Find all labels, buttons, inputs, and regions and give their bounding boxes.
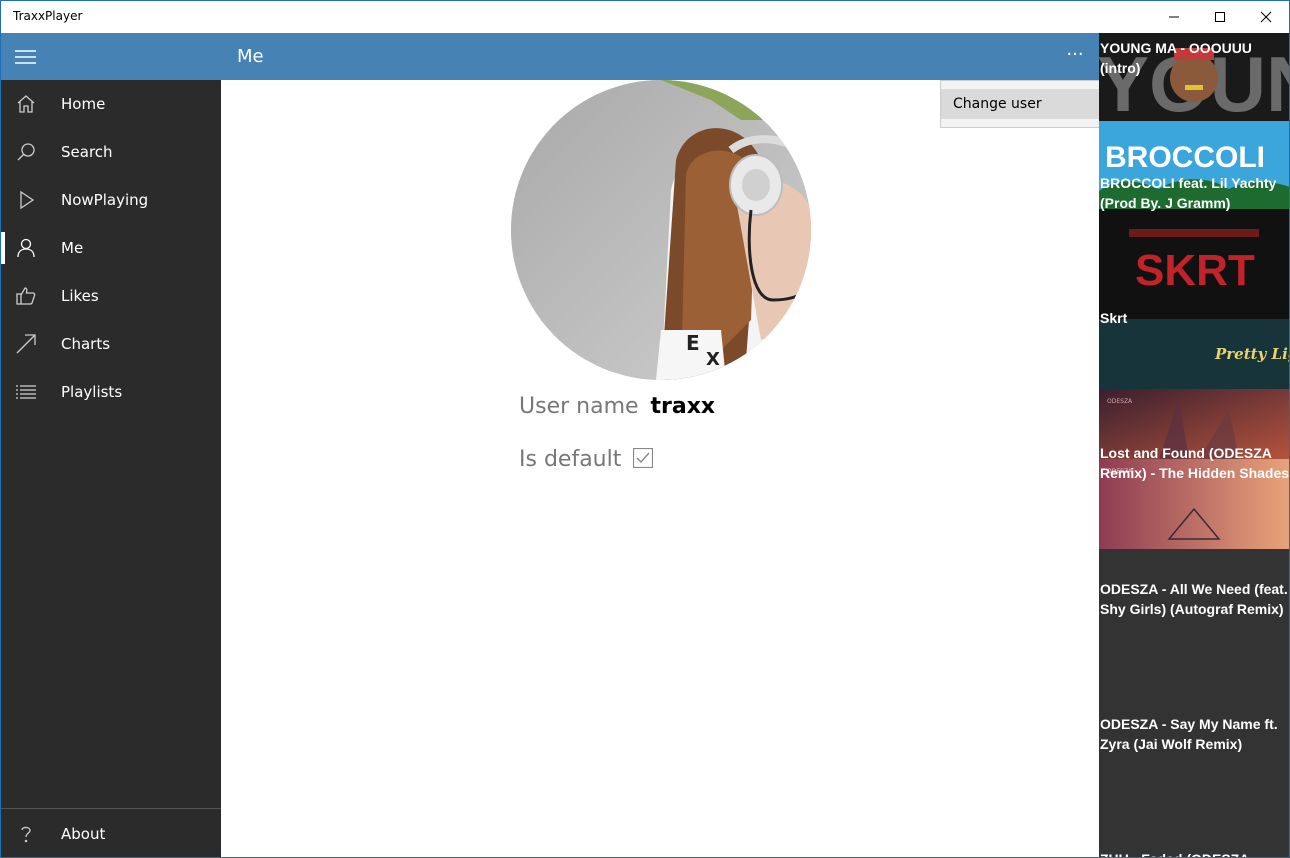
home-icon [1,80,51,128]
minimize-button[interactable] [1151,1,1197,33]
sidebar-item-search[interactable]: Search [1,128,221,176]
album-art-text: ODESZA [1107,398,1133,405]
avatar: E X [511,80,811,380]
sidebar-item-about[interactable]: About [1,810,221,857]
checkmark-icon [633,447,654,469]
track-title: BROCCOLI feat. Lil Yachty (Prod By. J Gr… [1100,175,1277,211]
more-options-button[interactable]: ··· [1061,41,1089,69]
main-content: E X User name traxx Is default [221,80,1099,857]
album-art-text: Pretty Lights [1214,345,1290,363]
page-title: Me [237,46,264,67]
svg-text:X: X [706,349,720,370]
sidebar-item-label: Home [61,95,106,113]
sidebar-item-label: Likes [61,287,99,305]
sidebar-item-playlists[interactable]: Playlists [1,368,221,416]
is-default-row: Is default [519,446,654,472]
track-list[interactable]: YOUNG MA - OOOUUU (intro) YOUNG MA BROCC… [1099,33,1290,857]
track-title: Skrt [1100,310,1128,326]
user-name-label: User name [519,394,639,419]
help-icon [1,810,51,857]
track-title: YOUNG MA - OOOUUU (intro) [1100,40,1252,76]
sidebar-divider [1,808,221,809]
track-title: ZHU - Faded (ODESZA [1099,849,1289,857]
title-bar: TraxxPlayer [1,1,1289,33]
thumbs-up-icon [1,272,51,320]
svg-text:E: E [686,331,700,355]
list-icon [1,368,51,416]
list-item[interactable]: ODESZA - All We Need (feat. Shy Girls) (… [1099,579,1289,619]
sidebar-item-label: Charts [61,335,111,353]
sidebar-item-label: Search [61,143,113,161]
sidebar: Home Search NowPlaying Me Likes Charts P… [1,80,221,857]
play-icon [1,176,51,224]
trend-arrow-icon [1,320,51,368]
track-title: Lost and Found (ODESZA Remix) - The Hidd… [1100,445,1290,481]
list-item[interactable]: YOUNG MA - OOOUUU (intro) [1099,38,1289,78]
track-title: ODESZA - All We Need (feat. Shy Girls) (… [1100,581,1288,617]
album-art: Pretty Lights [1099,319,1290,389]
album-art-text: SKRT [1135,246,1255,295]
sidebar-item-nowplaying[interactable]: NowPlaying [1,176,221,224]
sidebar-item-home[interactable]: Home [1,80,221,128]
close-button[interactable] [1243,1,1289,33]
person-icon [1,224,51,272]
sidebar-item-me[interactable]: Me [1,224,221,272]
app-window: TraxxPlayer Me ··· Home Search NowPlayin… [0,0,1290,858]
album-art-text: BROCCOLI [1105,141,1265,174]
track-title: ODESZA - Say My Name ft. Zyra (Jai Wolf … [1100,716,1278,752]
hamburger-area [1,33,221,80]
sidebar-item-label: NowPlaying [61,191,149,209]
maximize-button[interactable] [1197,1,1243,33]
hamburger-button[interactable] [15,48,37,66]
menu-item-change-user[interactable]: Change user [941,89,1100,119]
user-name-row: User name traxx [519,394,715,419]
sidebar-item-label: Playlists [61,383,123,401]
sidebar-item-label: About [61,825,106,843]
minimize-icon [1169,16,1179,18]
search-icon [1,128,51,176]
list-item[interactable]: ZHU - Faded (ODESZA [1099,849,1289,857]
is-default-checkbox[interactable] [633,447,654,469]
is-default-label: Is default [519,447,622,472]
close-icon [1260,11,1272,23]
list-item[interactable]: Skrt [1099,308,1289,328]
list-item[interactable]: BROCCOLI feat. Lil Yachty (Prod By. J Gr… [1099,173,1289,213]
list-item[interactable]: ODESZA - Say My Name ft. Zyra (Jai Wolf … [1099,714,1289,754]
sidebar-item-label: Me [61,239,84,257]
options-menu: Change user [940,80,1100,128]
sidebar-item-likes[interactable]: Likes [1,272,221,320]
sidebar-item-charts[interactable]: Charts [1,320,221,368]
user-name-value: traxx [650,394,716,419]
list-item[interactable]: Lost and Found (ODESZA Remix) - The Hidd… [1099,443,1290,483]
maximize-icon [1215,12,1225,22]
window-title: TraxxPlayer [13,9,83,23]
album-art: SKRT [1099,209,1289,319]
page-header: Me ··· [221,33,1099,80]
hamburger-icon [15,50,36,64]
